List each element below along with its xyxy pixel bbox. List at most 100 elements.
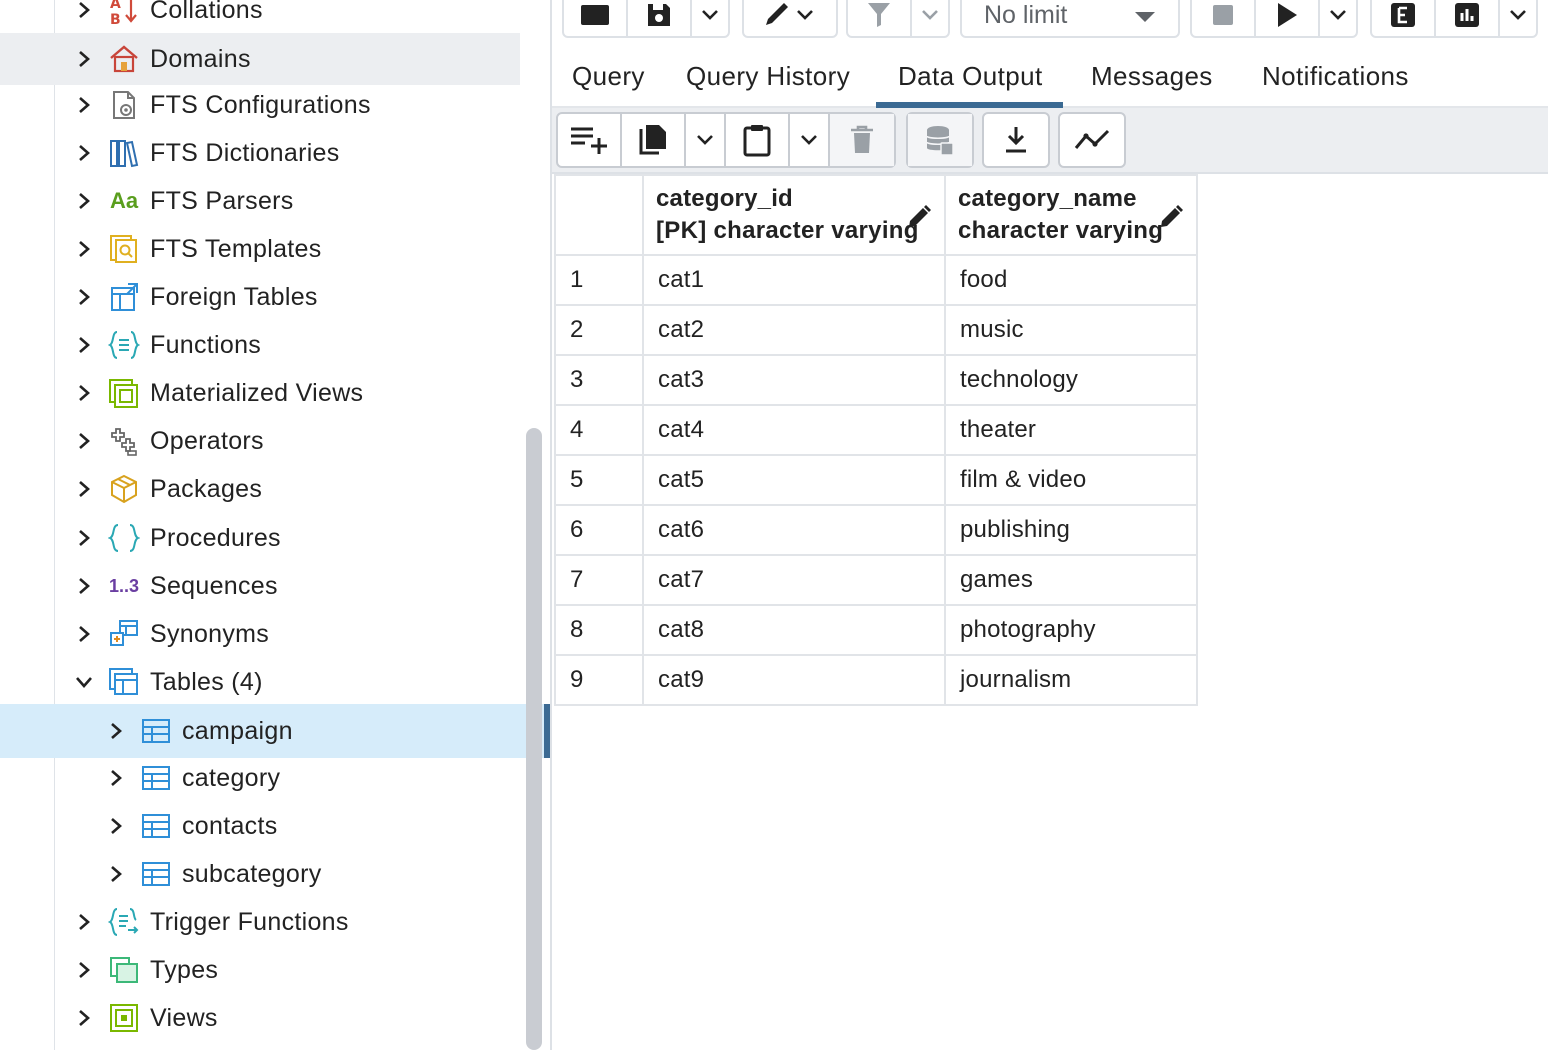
- download-csv-button[interactable]: [984, 114, 1048, 166]
- chevron-right-icon[interactable]: [74, 431, 94, 451]
- row-number[interactable]: 5: [554, 454, 644, 506]
- tree-item-functions[interactable]: Functions: [0, 321, 520, 369]
- table-row[interactable]: 5 cat5 film & video: [554, 454, 1198, 506]
- chevron-right-icon[interactable]: [74, 95, 94, 115]
- explain-button[interactable]: [1372, 0, 1436, 36]
- chevron-right-icon[interactable]: [74, 0, 94, 20]
- explain-options-dropdown[interactable]: [1500, 0, 1536, 36]
- tab-notifications[interactable]: Notifications: [1262, 46, 1409, 106]
- cell-category-name[interactable]: publishing: [944, 504, 1198, 556]
- table-row[interactable]: 7 cat7 games: [554, 554, 1198, 606]
- chevron-right-icon[interactable]: [74, 335, 94, 355]
- row-number[interactable]: 1: [554, 254, 644, 306]
- chevron-right-icon[interactable]: [74, 143, 94, 163]
- chevron-right-icon[interactable]: [74, 624, 94, 644]
- tab-data-output[interactable]: Data Output: [876, 46, 1063, 108]
- chevron-right-icon[interactable]: [74, 479, 94, 499]
- tree-item-foreign-tables[interactable]: Foreign Tables: [0, 273, 520, 321]
- tab-query[interactable]: Query: [572, 46, 645, 106]
- tree-item-domains[interactable]: Domains: [0, 33, 520, 85]
- add-row-button[interactable]: [558, 114, 622, 166]
- tree-item-tables[interactable]: Tables (4): [0, 658, 520, 706]
- tree-item-views[interactable]: Views: [0, 994, 520, 1042]
- row-number[interactable]: 3: [554, 354, 644, 406]
- row-number[interactable]: 7: [554, 554, 644, 606]
- paste-button[interactable]: [726, 114, 790, 166]
- table-row[interactable]: 8 cat8 photography: [554, 604, 1198, 656]
- row-number[interactable]: 2: [554, 304, 644, 356]
- save-file-button[interactable]: [628, 0, 692, 36]
- cell-category-id[interactable]: cat6: [642, 504, 946, 556]
- cell-category-id[interactable]: cat3: [642, 354, 946, 406]
- cell-category-name[interactable]: theater: [944, 404, 1198, 456]
- cell-category-id[interactable]: cat9: [642, 654, 946, 706]
- execute-options-dropdown[interactable]: [1320, 0, 1356, 36]
- chevron-right-icon[interactable]: [74, 528, 94, 548]
- row-number[interactable]: 8: [554, 604, 644, 656]
- edit-dropdown-button[interactable]: [744, 0, 836, 36]
- tree-item-materialized-views[interactable]: Materialized Views: [0, 369, 520, 417]
- save-data-changes-button[interactable]: [908, 114, 972, 166]
- cell-category-name[interactable]: film & video: [944, 454, 1198, 506]
- table-row[interactable]: 2 cat2 music: [554, 304, 1198, 356]
- chevron-right-icon[interactable]: [74, 383, 94, 403]
- row-number[interactable]: 4: [554, 404, 644, 456]
- tree-item-types[interactable]: Types: [0, 946, 520, 994]
- tree-item-table-campaign[interactable]: campaign: [0, 704, 550, 758]
- chevron-right-icon[interactable]: [74, 239, 94, 259]
- chevron-right-icon[interactable]: [106, 721, 126, 741]
- row-number[interactable]: 9: [554, 654, 644, 706]
- copy-options-dropdown[interactable]: [686, 114, 726, 166]
- tree-item-sequences[interactable]: 1..3 Sequences: [0, 562, 520, 610]
- chevron-down-icon[interactable]: [74, 672, 94, 692]
- table-row[interactable]: 4 cat4 theater: [554, 404, 1198, 456]
- column-header-category-id[interactable]: category_id [PK] character varying: [642, 174, 946, 256]
- cell-category-id[interactable]: cat7: [642, 554, 946, 606]
- tree-item-operators[interactable]: Operators: [0, 417, 520, 465]
- edit-column-icon[interactable]: [906, 204, 932, 230]
- row-limit-select[interactable]: No limit: [960, 0, 1180, 38]
- tree-item-fts-configurations[interactable]: FTS Configurations: [0, 81, 520, 129]
- chevron-right-icon[interactable]: [74, 287, 94, 307]
- cell-category-name[interactable]: games: [944, 554, 1198, 606]
- tree-item-trigger-functions[interactable]: Trigger Functions: [0, 898, 520, 946]
- cell-category-name[interactable]: photography: [944, 604, 1198, 656]
- open-file-button[interactable]: [564, 0, 628, 36]
- cell-category-name[interactable]: music: [944, 304, 1198, 356]
- filter-options-dropdown[interactable]: [912, 0, 948, 36]
- table-row[interactable]: 6 cat6 publishing: [554, 504, 1198, 556]
- chevron-right-icon[interactable]: [106, 768, 126, 788]
- chevron-right-icon[interactable]: [74, 960, 94, 980]
- tree-item-packages[interactable]: Packages: [0, 465, 520, 513]
- cell-category-id[interactable]: cat1: [642, 254, 946, 306]
- table-row[interactable]: 3 cat3 technology: [554, 354, 1198, 406]
- chevron-right-icon[interactable]: [74, 49, 94, 69]
- tree-item-table-contacts[interactable]: contacts: [0, 802, 520, 850]
- cell-category-id[interactable]: cat4: [642, 404, 946, 456]
- cell-category-name[interactable]: journalism: [944, 654, 1198, 706]
- save-options-dropdown[interactable]: [692, 0, 728, 36]
- tree-item-collations[interactable]: AB Collations: [0, 0, 520, 34]
- tree-item-procedures[interactable]: Procedures: [0, 514, 520, 562]
- chevron-right-icon[interactable]: [74, 191, 94, 211]
- table-row[interactable]: 9 cat9 journalism: [554, 654, 1198, 706]
- tab-query-history[interactable]: Query History: [686, 46, 850, 106]
- cell-category-name[interactable]: technology: [944, 354, 1198, 406]
- chevron-right-icon[interactable]: [74, 1008, 94, 1028]
- paste-options-dropdown[interactable]: [790, 114, 830, 166]
- tree-item-fts-dictionaries[interactable]: FTS Dictionaries: [0, 129, 520, 177]
- copy-button[interactable]: [622, 114, 686, 166]
- tab-messages[interactable]: Messages: [1091, 46, 1213, 106]
- tree-item-fts-templates[interactable]: FTS Templates: [0, 225, 520, 273]
- edit-column-icon[interactable]: [1158, 204, 1184, 230]
- tree-item-synonyms[interactable]: Synonyms: [0, 610, 520, 658]
- delete-button[interactable]: [830, 114, 894, 166]
- cell-category-id[interactable]: cat5: [642, 454, 946, 506]
- chevron-right-icon[interactable]: [74, 912, 94, 932]
- tree-item-table-category[interactable]: category: [0, 754, 520, 802]
- chevron-right-icon[interactable]: [106, 864, 126, 884]
- tree-item-fts-parsers[interactable]: Aa FTS Parsers: [0, 177, 520, 225]
- row-number[interactable]: 6: [554, 504, 644, 556]
- row-number-header[interactable]: [554, 174, 644, 256]
- tree-scrollbar-thumb[interactable]: [526, 428, 542, 1050]
